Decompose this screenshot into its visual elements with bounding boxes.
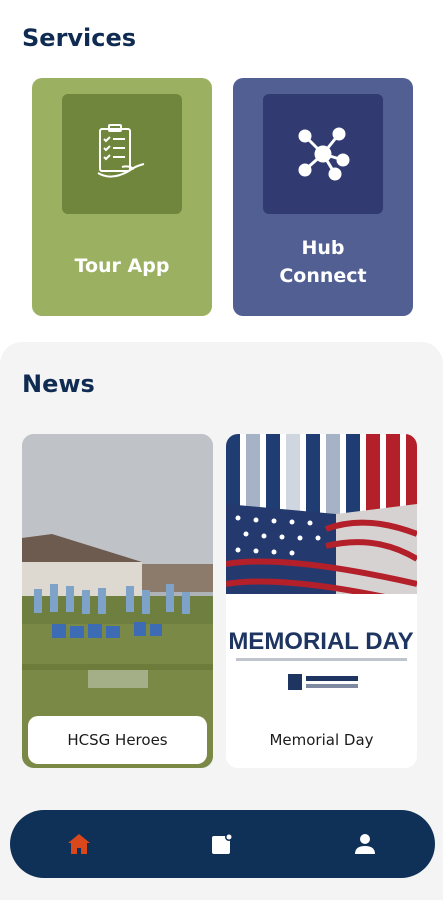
news-title: News <box>22 370 95 398</box>
services-title: Services <box>22 24 137 52</box>
nav-profile-button[interactable] <box>341 820 389 868</box>
home-icon <box>68 834 90 854</box>
nav-news-button[interactable] <box>198 820 246 868</box>
hcsg-heroes-label: HCSG Heroes <box>28 716 207 764</box>
hub-connect-card[interactable]: Hub Connect <box>233 78 413 316</box>
memorial-day-label: Memorial Day <box>232 716 411 764</box>
bottom-navigation <box>10 810 435 878</box>
tour-app-label: Tour App <box>74 255 170 277</box>
network-hub-icon <box>298 127 350 181</box>
hub-connect-label: Hub Connect <box>279 237 367 287</box>
tour-app-card[interactable]: Tour App <box>32 78 212 316</box>
hub-connect-icon-box <box>263 94 383 214</box>
memorial-day-banner-text: MEMORIAL DAY <box>228 628 413 655</box>
news-card-hcsg-heroes[interactable]: HCSG Heroes <box>22 434 213 768</box>
profile-icon <box>355 834 375 854</box>
tour-app-icon-box <box>62 94 182 214</box>
news-card-memorial-day[interactable]: MEMORIAL DAY Memorial Day <box>226 434 417 768</box>
checklist-hand-icon <box>97 124 145 178</box>
nav-home-button[interactable] <box>55 820 103 868</box>
news-icon <box>212 833 233 854</box>
